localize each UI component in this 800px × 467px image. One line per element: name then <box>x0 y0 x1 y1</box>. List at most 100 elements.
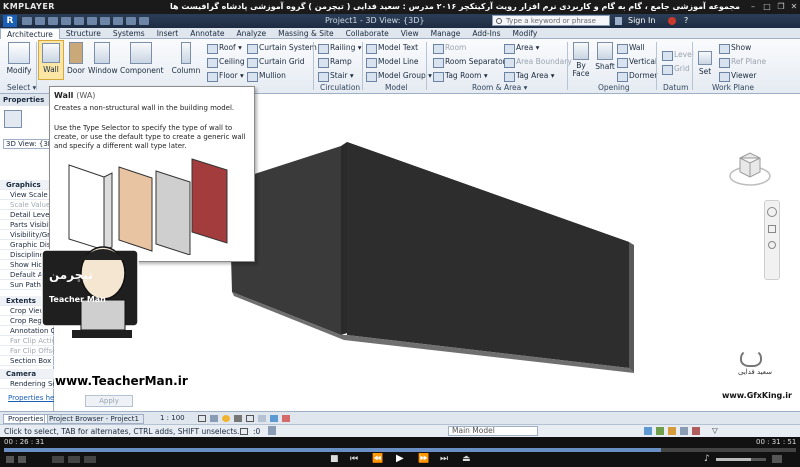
viewer-button[interactable]: Viewer <box>719 71 757 82</box>
text-icon[interactable] <box>100 17 110 25</box>
sign-in-button[interactable]: Sign In <box>628 16 655 25</box>
tab-view[interactable]: View <box>395 28 425 39</box>
settings-icon[interactable] <box>772 455 782 463</box>
open-icon[interactable] <box>22 17 32 25</box>
revit-app-icon[interactable]: R <box>3 15 17 27</box>
thin-lines-icon[interactable] <box>139 17 149 25</box>
grid-button[interactable]: Grid <box>662 64 690 75</box>
drag-elements-icon[interactable] <box>692 427 700 435</box>
room-separator-button[interactable]: Room Separator <box>433 57 506 68</box>
property-row[interactable]: Scale Value <box>0 200 54 210</box>
property-row[interactable]: Section Box <box>0 356 54 366</box>
maximize-icon[interactable]: □ <box>762 2 772 12</box>
section-icon[interactable] <box>126 17 136 25</box>
detail-level-icon[interactable] <box>198 415 206 422</box>
property-row[interactable]: View Scale <box>0 190 54 200</box>
measure-icon[interactable] <box>87 17 97 25</box>
project-browser-tab[interactable]: Project Browser - Project1 <box>44 414 144 424</box>
play-icon[interactable]: ▶ <box>396 453 404 464</box>
room-area-group-label[interactable]: Room & Area ▾ <box>472 83 527 92</box>
apply-button[interactable]: Apply <box>85 395 133 407</box>
vertical-opening-button[interactable]: Vertical <box>617 57 657 68</box>
floor-button[interactable]: Floor ▾ <box>207 71 244 82</box>
select-links-icon[interactable] <box>644 427 652 435</box>
forward-icon[interactable]: ⏩ <box>418 454 429 464</box>
component-button[interactable]: Component <box>120 42 164 75</box>
model-group-button[interactable]: Model Group ▾ <box>366 71 432 82</box>
model-line-button[interactable]: Model Line <box>366 57 419 68</box>
tab-insert[interactable]: Insert <box>151 28 185 39</box>
tag-area-button[interactable]: Tag Area ▾ <box>504 71 555 82</box>
select-by-face-icon[interactable] <box>680 427 688 435</box>
tab-manage[interactable]: Manage <box>425 28 467 39</box>
type-selector[interactable]: 3D View: {3D} <box>3 139 53 149</box>
curtain-grid-button[interactable]: Curtain Grid <box>247 57 305 68</box>
set-button[interactable]: Set <box>696 51 714 76</box>
pan-icon[interactable] <box>768 241 776 249</box>
railing-button[interactable]: Railing ▾ <box>318 43 362 54</box>
tab-massing-site[interactable]: Massing & Site <box>272 28 340 39</box>
next-icon[interactable]: ⏭ <box>440 454 448 464</box>
mullion-button[interactable]: Mullion <box>247 71 286 82</box>
search-input[interactable]: Type a keyword or phrase <box>492 15 610 26</box>
temporary-hide-icon[interactable] <box>270 415 278 422</box>
exchange-icon[interactable] <box>668 17 676 25</box>
wall-opening-button[interactable]: Wall <box>617 43 645 54</box>
by-face-button[interactable]: By Face <box>570 42 592 78</box>
tab-add-ins[interactable]: Add-Ins <box>466 28 506 39</box>
subscription-icon[interactable] <box>615 17 622 25</box>
property-row[interactable]: Rendering Settings <box>0 379 54 389</box>
model-selector[interactable]: Main Model <box>448 426 538 436</box>
help-icon[interactable]: ? <box>684 16 688 25</box>
minimize-icon[interactable]: – <box>748 2 758 12</box>
seek-bar[interactable] <box>4 448 796 452</box>
window-button[interactable]: Window <box>88 42 118 75</box>
restore-icon[interactable]: ❐ <box>776 2 786 12</box>
redo-icon[interactable] <box>61 17 71 25</box>
ramp-button[interactable]: Ramp <box>318 57 352 68</box>
sun-path-icon[interactable] <box>222 415 230 422</box>
reveal-hidden-icon[interactable] <box>282 415 290 422</box>
worksharing-icon[interactable] <box>240 428 248 435</box>
model-text-button[interactable]: Model Text <box>366 43 418 54</box>
view-cube-icon[interactable] <box>728 144 776 192</box>
lock-view-icon[interactable] <box>258 415 266 422</box>
view-scale[interactable]: 1 : 100 <box>160 414 185 422</box>
previous-icon[interactable]: ⏮ <box>350 454 358 464</box>
tab-modify[interactable]: Modify <box>507 28 544 39</box>
curtain-system-button[interactable]: Curtain System <box>247 43 317 54</box>
door-button[interactable]: Door <box>66 42 86 75</box>
shadows-icon[interactable] <box>234 415 242 422</box>
tab-architecture[interactable]: Architecture <box>0 28 60 39</box>
modify-button[interactable]: Modify <box>5 42 33 75</box>
steering-wheel-icon[interactable] <box>767 207 777 217</box>
design-options-icon[interactable] <box>268 426 276 435</box>
column-button[interactable]: Column <box>168 42 204 75</box>
eject-icon[interactable]: ⏏ <box>462 454 471 464</box>
level-button[interactable]: Level <box>662 50 694 61</box>
area-boundary-button[interactable]: Area Boundary <box>504 57 572 68</box>
crop-view-icon[interactable] <box>246 415 254 422</box>
property-row[interactable]: Far Clip Offset <box>0 346 54 356</box>
volume-slider[interactable] <box>716 458 766 461</box>
save-icon[interactable] <box>35 17 45 25</box>
menu-icon[interactable] <box>6 456 14 463</box>
property-row-camera[interactable]: Camera <box>0 369 54 379</box>
select-pinned-icon[interactable] <box>668 427 676 435</box>
tab-annotate[interactable]: Annotate <box>184 28 230 39</box>
undo-icon[interactable] <box>48 17 58 25</box>
shaft-button[interactable]: Shaft <box>594 42 616 71</box>
tab-analyze[interactable]: Analyze <box>231 28 273 39</box>
dormer-button[interactable]: Dormer <box>617 71 657 82</box>
visual-style-icon[interactable] <box>210 415 218 422</box>
select-underlay-icon[interactable] <box>656 427 664 435</box>
stop-icon[interactable]: ■ <box>330 454 339 464</box>
property-row[interactable]: Parts Visibility <box>0 220 54 230</box>
ceiling-button[interactable]: Ceiling <box>207 57 245 68</box>
properties-tab[interactable]: Properties <box>3 414 49 424</box>
select-dropdown[interactable]: Select ▾ <box>7 83 36 92</box>
tab-structure[interactable]: Structure <box>60 28 107 39</box>
rewind-icon[interactable]: ⏪ <box>372 454 383 464</box>
area-button[interactable]: Area ▾ <box>504 43 539 54</box>
3d-icon[interactable] <box>18 456 26 463</box>
